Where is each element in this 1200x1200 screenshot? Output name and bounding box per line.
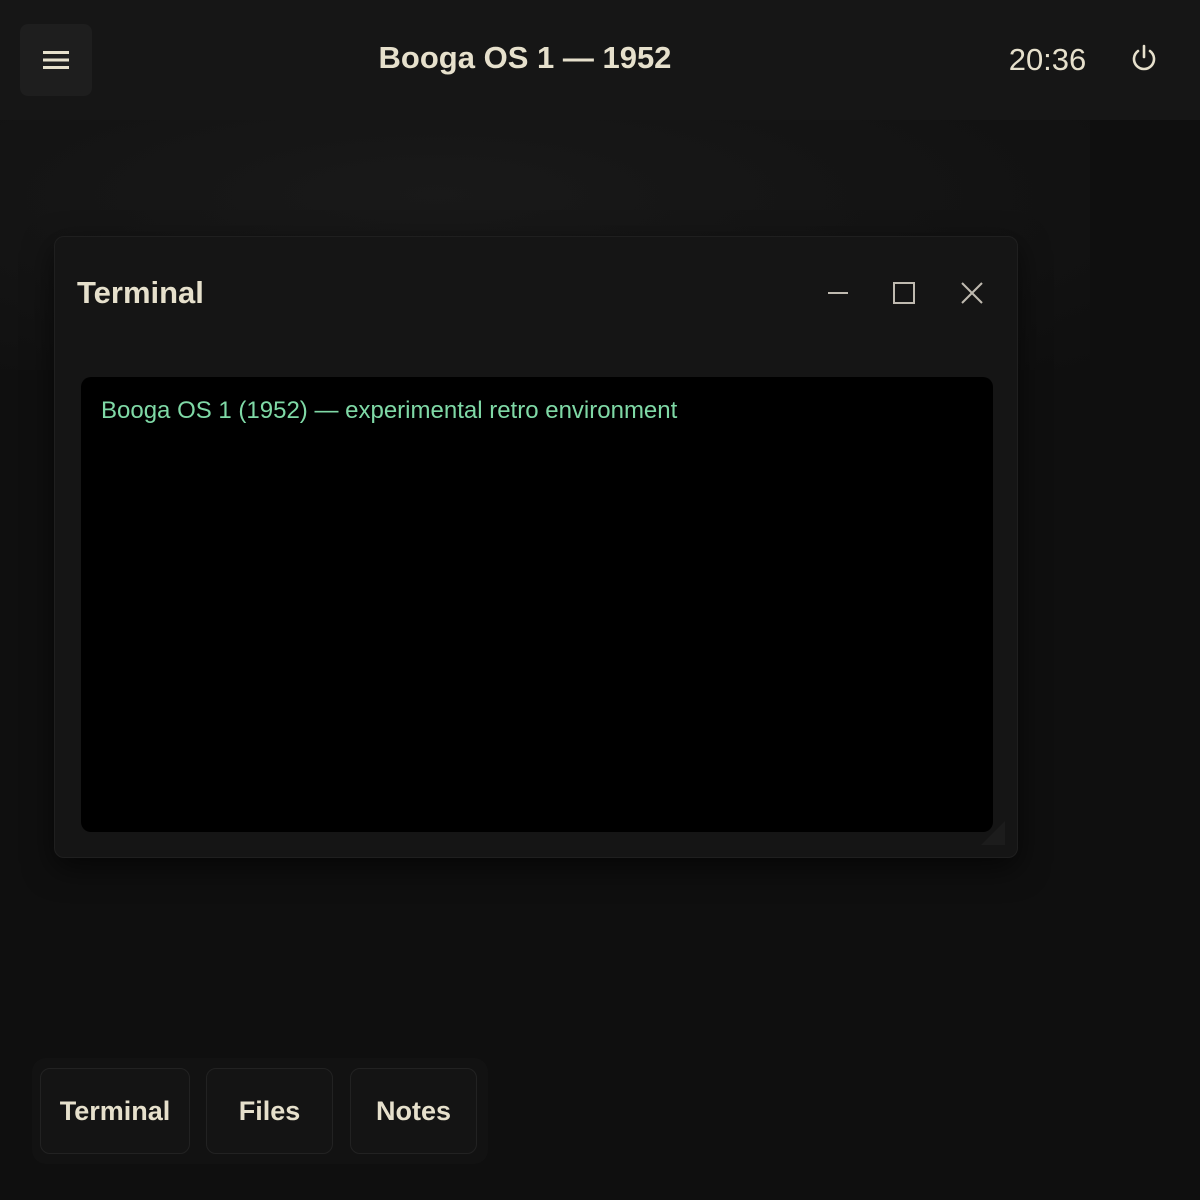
maximize-icon	[893, 282, 915, 304]
window-title: Terminal	[77, 275, 204, 310]
terminal-line: Booga OS 1 (1952) — experimental retro e…	[101, 397, 678, 424]
top-bar: Booga OS 1 — 1952 20:36	[0, 0, 1200, 120]
clock: 20:36	[1008, 42, 1087, 77]
maximize-button[interactable]	[884, 273, 924, 313]
close-icon	[961, 282, 983, 304]
dock-terminal-button[interactable]: Terminal	[40, 1068, 190, 1154]
dock-notes-button[interactable]: Notes	[350, 1068, 477, 1154]
power-button[interactable]	[1122, 36, 1166, 80]
os-title: Booga OS 1 — 1952	[378, 40, 672, 75]
terminal-window[interactable]: Terminal Booga OS 1 (1952) — experimenta…	[54, 236, 1018, 858]
hamburger-menu-icon	[43, 51, 69, 69]
menu-button[interactable]	[20, 24, 92, 96]
resize-handle-icon[interactable]	[977, 817, 1005, 845]
power-icon	[1132, 44, 1156, 71]
dock-files-button[interactable]: Files	[206, 1068, 333, 1154]
terminal-output[interactable]: Booga OS 1 (1952) — experimental retro e…	[81, 377, 993, 832]
dock: Terminal Files Notes	[32, 1058, 488, 1164]
minimize-icon	[828, 292, 848, 294]
minimize-button[interactable]	[818, 273, 858, 313]
close-button[interactable]	[952, 273, 992, 313]
